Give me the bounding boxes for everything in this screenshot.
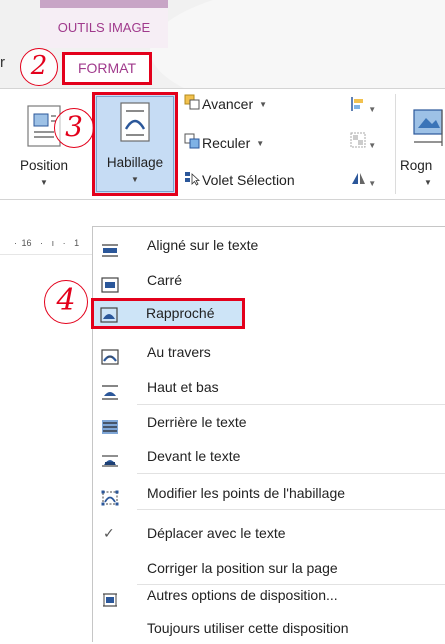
group-button[interactable]: ▼ [350, 132, 376, 150]
menu-item-through[interactable]: Au travers [93, 336, 445, 368]
group-icon [350, 132, 366, 150]
ruler-tick: · [14, 238, 17, 248]
edit-wrap-points-icon [101, 485, 119, 506]
menu-item-set-as-default[interactable]: Toujours utiliser cette disposition [93, 612, 445, 644]
rotate-icon [350, 173, 366, 188]
wrap-text-icon [113, 99, 157, 151]
in-front-text-icon [101, 448, 119, 467]
context-tab-accent [40, 0, 168, 8]
align-icon [350, 97, 366, 114]
check-icon: ✓ [103, 525, 115, 541]
ruler-mark: 1 [74, 238, 80, 248]
position-label: Position [19, 158, 69, 173]
through-wrap-icon [101, 344, 119, 365]
ruler-tick: ı [51, 238, 55, 248]
chevron-down-icon: ▼ [424, 178, 432, 187]
send-backward-button[interactable]: Reculer ▼ [184, 131, 264, 155]
menu-item-tight[interactable]: Rapproché [91, 298, 245, 329]
inline-wrap-icon [101, 237, 119, 257]
bring-forward-icon [184, 93, 202, 117]
menu-separator [137, 404, 445, 405]
chevron-down-icon: ▼ [40, 178, 48, 187]
menu-item-square[interactable]: Carré [93, 264, 445, 296]
crop-label: Rogn [400, 158, 433, 173]
menu-item-move-with-text[interactable]: ✓ Déplacer avec le texte [93, 517, 445, 549]
crop-icon [408, 102, 445, 152]
chevron-down-icon: ▼ [256, 139, 265, 149]
ruler-mark: 16 [21, 238, 32, 248]
picture-tools-context-label: OUTILS IMAGE [40, 8, 168, 48]
horizontal-ruler: · 16 · ı · 1 [0, 232, 92, 255]
bring-forward-label: Avancer [202, 96, 254, 112]
chevron-down-icon: ▼ [131, 175, 139, 184]
menu-item-more-layout-options[interactable]: Autres options de disposition... [93, 579, 445, 611]
layout-options-icon [101, 587, 119, 607]
selection-pane-button[interactable]: Volet Sélection [184, 168, 295, 192]
chevron-down-icon: ▼ [259, 100, 268, 110]
menu-item-behind-text[interactable]: Derrière le texte [93, 406, 445, 438]
ribbon-group-separator [395, 94, 396, 194]
menu-item-label: Derrière le texte [147, 414, 247, 430]
menu-item-label: Aligné sur le texte [147, 237, 259, 253]
annotation-step-2: 2 [20, 48, 58, 86]
menu-item-label: Déplacer avec le texte [147, 525, 286, 541]
menu-item-in-front-text[interactable]: Devant le texte [93, 440, 445, 472]
wrap-text-menu: Aligné sur le texte Carré Rapproché Au t… [91, 226, 445, 644]
menu-item-label: Carré [147, 272, 183, 288]
crop-button[interactable]: Rogn ▼ [398, 96, 445, 196]
annotation-step-3: 3 [54, 108, 94, 148]
selection-pane-icon [184, 169, 202, 193]
align-button[interactable]: ▼ [350, 96, 376, 114]
ruler-tick: · [40, 238, 44, 248]
menu-item-label: Autres options de disposition... [147, 587, 338, 603]
annotation-step-4: 4 [44, 280, 88, 324]
tab-previous-partial[interactable]: r [0, 54, 5, 71]
bring-forward-button[interactable]: Avancer ▼ [184, 92, 267, 116]
wrap-text-button[interactable]: Habillage ▼ [92, 92, 178, 196]
menu-item-label: Haut et bas [147, 379, 219, 395]
tab-format[interactable]: FORMAT [62, 52, 152, 85]
menu-item-inline[interactable]: Aligné sur le texte [93, 229, 445, 261]
menu-item-label: Au travers [147, 344, 211, 360]
top-bottom-wrap-icon [101, 379, 119, 400]
ruler-tick: · [62, 238, 66, 248]
send-backward-icon [184, 132, 202, 156]
selection-pane-label: Volet Sélection [202, 172, 295, 188]
menu-item-label: Toujours utiliser cette disposition [147, 620, 349, 636]
menu-item-label: Modifier les points de l'habillage [147, 485, 346, 501]
square-wrap-icon [101, 272, 119, 293]
menu-separator [137, 473, 445, 474]
wrap-text-label: Habillage [106, 155, 164, 170]
send-backward-label: Reculer [202, 135, 251, 151]
menu-item-top-bottom[interactable]: Haut et bas [93, 371, 445, 403]
rotate-button[interactable]: ▼ [350, 170, 376, 188]
behind-text-icon [101, 414, 119, 434]
menu-item-edit-wrap-points[interactable]: Modifier les points de l'habillage [93, 477, 445, 509]
tight-wrap-icon [100, 306, 118, 323]
menu-item-label: Rapproché [146, 305, 215, 321]
menu-item-label: Devant le texte [147, 448, 241, 464]
menu-separator [137, 509, 445, 510]
